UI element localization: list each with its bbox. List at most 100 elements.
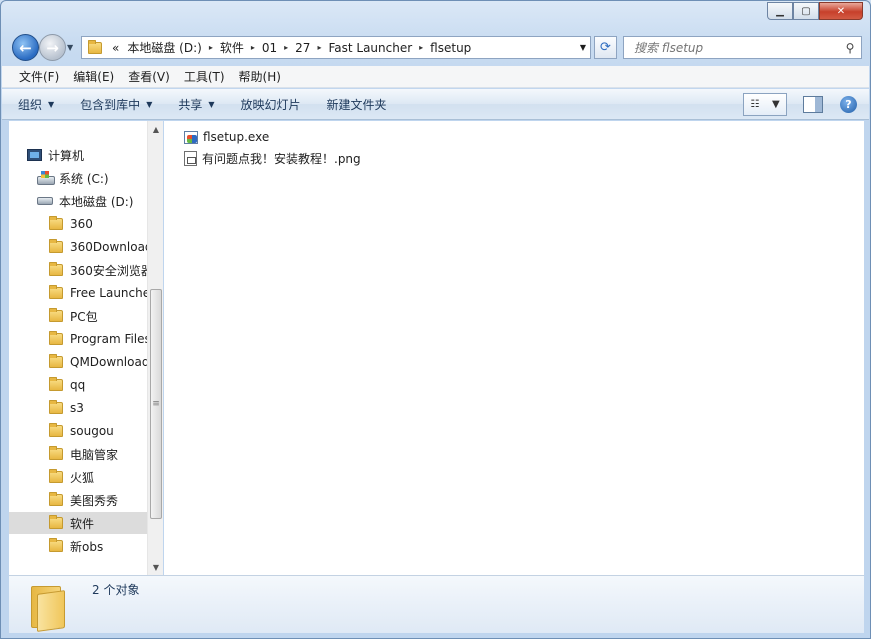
organize-button[interactable]: 组织 ▼ bbox=[18, 96, 54, 113]
tree-item-label: QMDownload bbox=[70, 355, 147, 369]
breadcrumb-drive-d[interactable]: 本地磁盘 (D:) bbox=[127, 39, 201, 56]
tree-item-folder[interactable]: QMDownload bbox=[49, 351, 147, 373]
breadcrumb-separator-icon[interactable]: ▸ bbox=[251, 43, 255, 52]
scroll-down-icon[interactable]: ▼ bbox=[148, 559, 164, 575]
breadcrumb-separator-icon[interactable]: ▸ bbox=[317, 43, 321, 52]
tree-item-label: 电脑管家 bbox=[70, 447, 119, 462]
tree-item-folder[interactable]: 360安全浏览器 bbox=[49, 259, 147, 281]
tree-item-drive-c[interactable]: 系统 (C:) bbox=[37, 167, 109, 189]
caption-buttons: ▁ ▢ ✕ bbox=[767, 2, 863, 20]
folder-icon bbox=[49, 239, 63, 253]
tree-item-label: PC包 bbox=[70, 309, 98, 324]
search-icon[interactable]: ⚲ bbox=[839, 41, 861, 55]
tree-item-label: s3 bbox=[70, 401, 84, 415]
tree-item-label: 系统 (C:) bbox=[59, 171, 109, 186]
tree-item-folder[interactable]: 火狐 bbox=[49, 466, 147, 488]
file-item[interactable]: 有问题点我！安装教程！.png bbox=[184, 148, 361, 168]
breadcrumb-fast-launcher[interactable]: Fast Launcher bbox=[328, 41, 412, 55]
change-view-button[interactable]: ☷ ▼ bbox=[743, 93, 787, 116]
slideshow-button[interactable]: 放映幻灯片 bbox=[241, 96, 301, 113]
slideshow-label: 放映幻灯片 bbox=[240, 97, 301, 112]
back-button[interactable]: ← bbox=[12, 34, 39, 61]
file-name: flsetup.exe bbox=[203, 130, 270, 144]
tree-item-computer[interactable]: 计算机 bbox=[27, 144, 84, 166]
search-box[interactable]: ⚲ bbox=[623, 36, 862, 59]
preview-pane-button[interactable] bbox=[803, 96, 823, 113]
menu-bar: 文件(F) 编辑(E) 查看(V) 工具(T) 帮助(H) bbox=[2, 66, 869, 88]
breadcrumb-27[interactable]: 27 bbox=[295, 41, 310, 55]
file-item[interactable]: flsetup.exe bbox=[184, 127, 269, 147]
tree-item-folder[interactable]: 电脑管家 bbox=[49, 443, 147, 465]
explorer-window: ▁ ▢ ✕ ← → ▼ « 本地磁盘 (D:) ▸ 软件 ▸ 01 ▸ 27 ▸… bbox=[0, 0, 871, 639]
folder-icon bbox=[49, 262, 63, 276]
folder-icon bbox=[49, 400, 63, 414]
drive-icon bbox=[37, 197, 53, 205]
command-bar: 组织 ▼ 包含到库中 ▼ 共享 ▼ 放映幻灯片 新建文件夹 ☷ ▼ ? bbox=[2, 89, 869, 120]
tree-item-folder[interactable]: 新obs bbox=[49, 535, 147, 557]
tree-item-label: 软件 bbox=[70, 516, 95, 531]
details-pane: 2 个对象 bbox=[9, 575, 864, 633]
share-button[interactable]: 共享 ▼ bbox=[178, 96, 214, 113]
help-button[interactable]: ? bbox=[840, 96, 857, 113]
chevron-down-icon: ▼ bbox=[146, 99, 153, 109]
recent-pages-dropdown[interactable]: ▼ bbox=[67, 43, 73, 52]
search-input[interactable] bbox=[632, 39, 839, 56]
breadcrumb-overflow[interactable]: « bbox=[112, 41, 119, 55]
include-in-library-label: 包含到库中 bbox=[80, 97, 141, 112]
view-list-icon: ☷ bbox=[750, 99, 760, 110]
minimize-button[interactable]: ▁ bbox=[767, 2, 793, 20]
navigation-pane: 计算机 系统 (C:) 本地磁盘 (D:) 360 360Download 36… bbox=[9, 121, 163, 575]
menu-edit[interactable]: 编辑(E) bbox=[66, 68, 121, 85]
menu-help[interactable]: 帮助(H) bbox=[232, 68, 288, 85]
breadcrumb-software[interactable]: 软件 bbox=[220, 39, 244, 56]
tree-item-folder[interactable]: PC包 bbox=[49, 305, 147, 327]
forward-arrow-icon: → bbox=[46, 38, 59, 57]
tree-item-drive-d[interactable]: 本地磁盘 (D:) bbox=[37, 190, 133, 212]
new-folder-button[interactable]: 新建文件夹 bbox=[327, 96, 387, 113]
tree-item-folder[interactable]: 360Download bbox=[49, 236, 147, 258]
tree-item-folder[interactable]: qq bbox=[49, 374, 147, 396]
breadcrumb-flsetup[interactable]: flsetup bbox=[430, 41, 471, 55]
tree-item-folder[interactable]: sougou bbox=[49, 420, 147, 442]
folder-icon bbox=[49, 492, 63, 506]
grip-icon: ≡ bbox=[152, 399, 160, 409]
tree-item-folder[interactable]: 360 bbox=[49, 213, 147, 235]
chevron-down-icon[interactable]: ▼ bbox=[772, 99, 780, 110]
view-controls: ☷ ▼ ? bbox=[743, 93, 857, 116]
navigation-pane-scrollbar[interactable]: ▲ ≡ ▼ bbox=[147, 121, 163, 575]
address-bar[interactable]: « 本地磁盘 (D:) ▸ 软件 ▸ 01 ▸ 27 ▸ Fast Launch… bbox=[81, 36, 591, 59]
breadcrumb-separator-icon[interactable]: ▸ bbox=[419, 43, 423, 52]
folder-icon bbox=[49, 515, 63, 529]
address-history-dropdown[interactable]: ▼ bbox=[580, 43, 586, 52]
scroll-up-icon[interactable]: ▲ bbox=[148, 121, 164, 137]
breadcrumb-separator-icon[interactable]: ▸ bbox=[209, 43, 213, 52]
organize-label: 组织 bbox=[18, 97, 43, 112]
breadcrumb-01[interactable]: 01 bbox=[262, 41, 277, 55]
folder-icon bbox=[49, 308, 63, 322]
menu-file[interactable]: 文件(F) bbox=[12, 68, 66, 85]
forward-button[interactable]: → bbox=[39, 34, 66, 61]
tree-item-label: 360 bbox=[70, 217, 93, 231]
refresh-button[interactable]: ⟳ bbox=[594, 36, 617, 59]
tree-item-label: 计算机 bbox=[48, 148, 85, 163]
folder-icon bbox=[49, 538, 63, 552]
include-in-library-button[interactable]: 包含到库中 ▼ bbox=[80, 96, 152, 113]
close-button[interactable]: ✕ bbox=[819, 2, 863, 20]
scrollbar-thumb[interactable]: ≡ bbox=[150, 289, 162, 519]
folder-icon bbox=[49, 331, 63, 345]
tree-item-label: 新obs bbox=[70, 539, 104, 554]
navigation-bar: ← → ▼ « 本地磁盘 (D:) ▸ 软件 ▸ 01 ▸ 27 ▸ Fast … bbox=[9, 32, 862, 62]
tree-item-folder[interactable]: s3 bbox=[49, 397, 147, 419]
tree-item-folder[interactable]: 美图秀秀 bbox=[49, 489, 147, 511]
tree-item-label: 美图秀秀 bbox=[70, 493, 119, 508]
tree-item-label: 360安全浏览器 bbox=[70, 263, 147, 278]
maximize-button[interactable]: ▢ bbox=[793, 2, 819, 20]
tree-item-folder-selected[interactable]: 软件 bbox=[9, 512, 147, 534]
menu-tools[interactable]: 工具(T) bbox=[177, 68, 232, 85]
file-name: 有问题点我！安装教程！.png bbox=[202, 151, 361, 166]
breadcrumb-separator-icon[interactable]: ▸ bbox=[284, 43, 288, 52]
menu-view[interactable]: 查看(V) bbox=[121, 68, 177, 85]
help-icon: ? bbox=[845, 98, 852, 111]
tree-item-folder[interactable]: Program Files bbox=[49, 328, 147, 350]
tree-item-folder[interactable]: Free Launcher bbox=[49, 282, 147, 304]
